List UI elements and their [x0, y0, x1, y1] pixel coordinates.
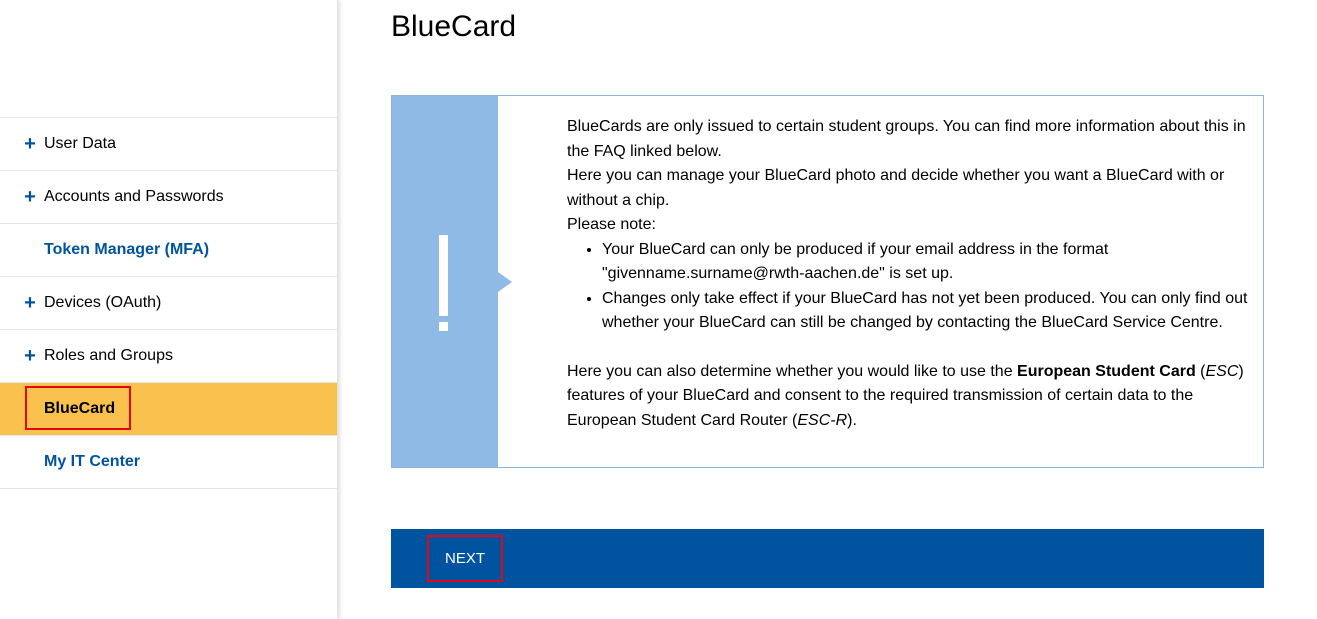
action-bar: NEXT: [391, 529, 1264, 588]
esc-abbr: ESC: [1205, 362, 1239, 380]
sidebar: + User Data + Accounts and Passwords Tok…: [0, 0, 338, 619]
notice-text: BlueCards are only issued to certain stu…: [567, 115, 1252, 433]
plus-icon: +: [24, 345, 36, 367]
sidebar-item-roles-and-groups[interactable]: + Roles and Groups: [0, 330, 337, 383]
sidebar-item-label: Token Manager (MFA): [44, 241, 210, 258]
sidebar-item-user-data[interactable]: + User Data: [0, 118, 337, 171]
esc-paragraph: Here you can also determine whether you …: [567, 362, 1244, 429]
esc-bold-term: European Student Card: [1017, 362, 1196, 380]
sidebar-item-token-manager[interactable]: Token Manager (MFA): [0, 224, 337, 277]
plus-icon: +: [24, 133, 36, 155]
sidebar-item-label: Accounts and Passwords: [44, 188, 224, 205]
sidebar-item-bluecard[interactable]: BlueCard: [0, 383, 337, 436]
plus-icon: +: [24, 292, 36, 314]
plus-icon: +: [24, 186, 36, 208]
esc-r-abbr: ESC-R: [797, 411, 848, 429]
page-title: BlueCard: [391, 10, 517, 43]
notice-paragraph: Here you can manage your BlueCard photo …: [567, 167, 1225, 209]
notice-paragraph: BlueCards are only issued to certain stu…: [567, 118, 1246, 160]
sidebar-item-my-it-center[interactable]: My IT Center: [0, 436, 337, 489]
notice-paragraph: Please note:: [567, 216, 656, 233]
sidebar-item-label: My IT Center: [44, 453, 141, 470]
notice-list-item: Changes only take effect if your BlueCar…: [602, 287, 1252, 336]
sidebar-nav: + User Data + Accounts and Passwords Tok…: [0, 117, 337, 489]
highlight-box: [25, 386, 131, 430]
notice-box: BlueCards are only issued to certain stu…: [391, 95, 1264, 468]
notice-bar: [392, 96, 498, 467]
exclamation-dot: [439, 322, 448, 331]
sidebar-item-label: Roles and Groups: [44, 347, 173, 364]
sidebar-item-accounts-and-passwords[interactable]: + Accounts and Passwords: [0, 171, 337, 224]
notice-list: Your BlueCard can only be produced if yo…: [567, 238, 1252, 336]
sidebar-item-label: User Data: [44, 135, 117, 152]
notice-arrow-icon: [498, 272, 512, 292]
sidebar-item-devices[interactable]: + Devices (OAuth): [0, 277, 337, 330]
notice-list-item: Your BlueCard can only be produced if yo…: [602, 238, 1252, 287]
exclamation-icon: [439, 235, 448, 316]
next-button[interactable]: NEXT: [427, 535, 503, 582]
sidebar-item-label: Devices (OAuth): [44, 294, 162, 311]
